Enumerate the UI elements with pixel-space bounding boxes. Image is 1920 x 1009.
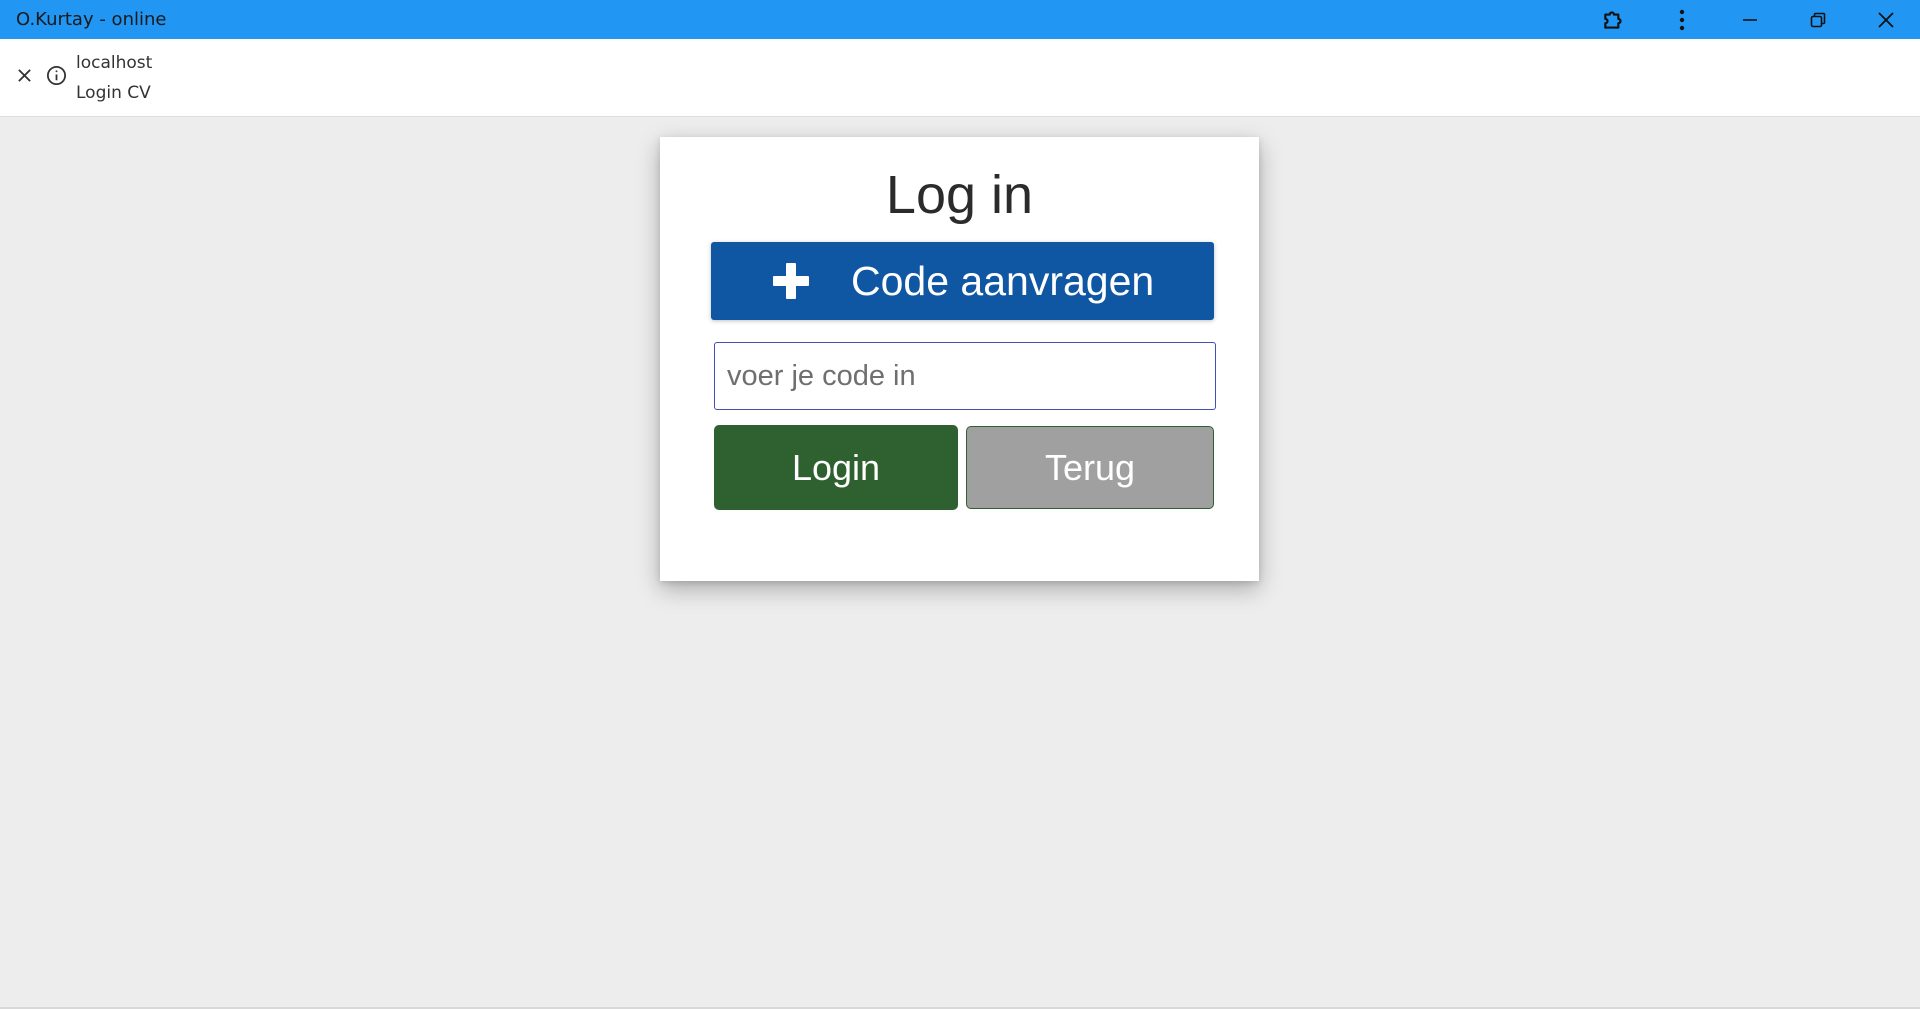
back-button[interactable]: Terug: [966, 426, 1214, 509]
close-window-button[interactable]: [1852, 0, 1920, 39]
info-icon: [46, 65, 67, 91]
minimize-button[interactable]: [1716, 0, 1784, 39]
address-page-title: Login CV: [76, 82, 151, 103]
login-card: Log in Code aanvragen Login Terug: [660, 137, 1259, 581]
extensions-button[interactable]: [1580, 0, 1648, 39]
close-icon: [1878, 11, 1894, 28]
page-content: Log in Code aanvragen Login Terug: [0, 117, 1920, 1009]
menu-button[interactable]: [1648, 0, 1716, 39]
window-title: O.Kurtay - online: [16, 9, 167, 30]
restore-button[interactable]: [1784, 0, 1852, 39]
restore-icon: [1810, 12, 1826, 28]
stop-loading-button[interactable]: [10, 64, 38, 92]
address-host: localhost: [76, 52, 153, 73]
address-bar: localhost Login CV: [0, 39, 1920, 117]
login-button[interactable]: Login: [714, 425, 958, 510]
request-code-label: Code aanvragen: [851, 257, 1155, 304]
puzzle-icon: [1601, 7, 1627, 33]
minimize-icon: [1742, 12, 1758, 28]
plus-icon: [771, 261, 811, 301]
code-input[interactable]: [714, 342, 1216, 410]
address-text: localhost Login CV: [76, 48, 152, 108]
login-heading: Log in: [885, 165, 1034, 225]
window-controls: [1580, 0, 1920, 39]
more-vert-icon: [1679, 9, 1685, 31]
site-info-button[interactable]: [42, 64, 70, 92]
window-titlebar: O.Kurtay - online: [0, 0, 1920, 39]
close-icon: [17, 68, 32, 88]
request-code-button[interactable]: Code aanvragen: [711, 242, 1214, 320]
